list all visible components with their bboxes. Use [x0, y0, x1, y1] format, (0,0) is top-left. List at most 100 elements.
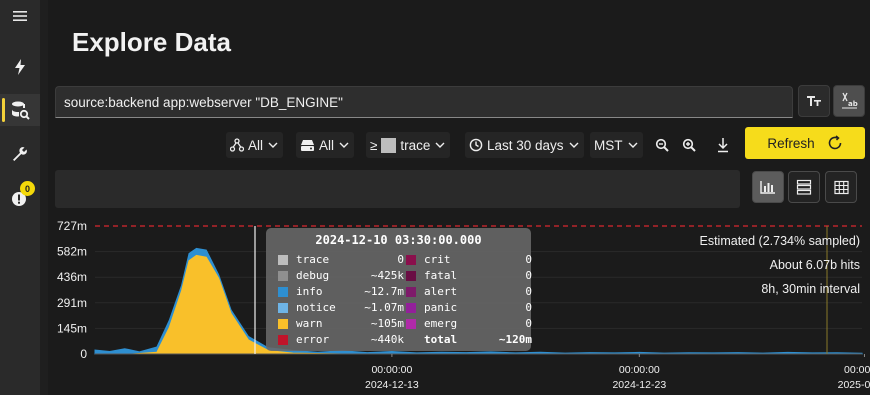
regex-toggle-button[interactable]: ab	[833, 85, 865, 117]
tooltip-row-notice: notice ~1.07m	[278, 301, 404, 314]
y-tick-label: 727m	[57, 219, 87, 233]
tooltip-level-value: 0	[397, 253, 404, 266]
alert-count-badge: 0	[20, 181, 35, 196]
tooltip-level-name: info	[296, 285, 323, 298]
x-tick-date: 2025-01-02	[838, 379, 870, 391]
timezone-filter[interactable]: MST	[590, 132, 643, 158]
tooltip-level-value: 0	[525, 253, 532, 266]
list-view-icon	[796, 179, 812, 195]
sidebar-item-explore[interactable]	[0, 94, 40, 126]
tooltip-level-name: debug	[296, 269, 330, 282]
tooltip-swatch	[278, 286, 288, 297]
x-tick-time: 00:00:00	[619, 364, 660, 376]
sidebar-item-lightning[interactable]	[0, 51, 40, 83]
zoom-out-icon	[655, 138, 669, 152]
menu-button[interactable]	[0, 0, 40, 32]
time-range-value: Last 30 days	[487, 137, 564, 153]
tooltip-level-name: notice	[296, 301, 336, 314]
tooltip-level-value: 0	[525, 317, 532, 330]
text-size-icon	[807, 96, 821, 106]
bar-chart-icon	[760, 181, 775, 194]
tooltip-level-value: ~440k	[370, 333, 404, 346]
chart-tooltip: 2024-12-10 03:30:00.000 trace 0 debug ~425k…	[266, 228, 532, 351]
empty-filter-bar	[55, 170, 740, 208]
text-size-toggle-button[interactable]	[798, 85, 830, 117]
level-filter[interactable]: ≥ trace	[366, 132, 451, 158]
regex-icon: ab	[842, 92, 858, 109]
tooltip-level-value: 0	[525, 301, 532, 314]
refresh-label: Refresh	[767, 135, 815, 151]
tooltip-level-name: warn	[296, 317, 323, 330]
tooltip-time: 2024-12-10 03:30:00.000	[315, 233, 482, 247]
level-filter-prefix: ≥	[370, 137, 378, 153]
tooltip-swatch	[406, 254, 416, 265]
source-filter-value: All	[248, 137, 264, 153]
tooltip-row-debug: debug ~425k	[278, 269, 404, 282]
tooltip-row-alert: alert 0	[406, 285, 532, 298]
tooltip-swatch	[406, 270, 416, 281]
timezone-value: MST	[594, 137, 623, 153]
table-view-button[interactable]	[825, 171, 857, 203]
chevron-down-icon	[628, 142, 637, 148]
level-filter-value: trace	[400, 137, 431, 153]
source-filter[interactable]: All	[226, 132, 284, 158]
server-icon	[301, 139, 314, 151]
tooltip-swatch	[278, 334, 288, 345]
chevron-down-icon	[569, 142, 579, 148]
zoom-out-button[interactable]	[651, 132, 673, 158]
tooltip-level-value: ~105m	[370, 317, 404, 330]
wrench-icon	[13, 147, 27, 161]
tooltip-row-crit: crit 0	[406, 253, 532, 266]
sidebar-item-alerts[interactable]: 0	[0, 181, 40, 215]
tooltip-level-value: ~12.7m	[364, 285, 404, 298]
tooltip-level-name: alert	[424, 285, 458, 298]
download-icon	[718, 138, 728, 153]
table-icon	[833, 180, 849, 194]
tooltip-level-value: 0	[525, 269, 532, 282]
sitemap-icon	[230, 138, 244, 152]
tooltip-level-value: ~425k	[370, 269, 404, 282]
list-view-button[interactable]	[788, 171, 820, 203]
query-input[interactable]: source:backend app:webserver "DB_ENGINE"	[55, 86, 793, 118]
x-tick-time: 00:00:00	[371, 364, 412, 376]
sidebar-item-settings[interactable]	[0, 138, 40, 170]
tooltip-level-name: error	[296, 333, 330, 346]
tooltip-row-warn: warn ~105m	[278, 317, 404, 330]
tooltip-row-total: total ~120m	[406, 333, 532, 346]
tooltip-level-name: fatal	[424, 269, 458, 282]
tooltip-swatch	[406, 335, 416, 345]
y-tick-label: 582m	[57, 245, 87, 259]
tooltip-level-name: trace	[296, 253, 330, 266]
chevron-down-icon	[339, 142, 349, 148]
tooltip-row-info: info ~12.7m	[278, 285, 404, 298]
x-tick-date: 2024-12-13	[365, 379, 419, 391]
tooltip-swatch	[278, 302, 288, 313]
time-range-filter[interactable]: Last 30 days	[465, 132, 584, 158]
tooltip-level-name: total	[424, 333, 458, 346]
tooltip-swatch	[278, 270, 288, 281]
tooltip-row-fatal: fatal 0	[406, 269, 532, 282]
tooltip-row-panic: panic 0	[406, 301, 532, 314]
tooltip-level-value: ~120m	[498, 333, 532, 346]
bar-chart-view-button[interactable]	[752, 171, 784, 203]
x-tick-time: 00:00:00	[844, 364, 870, 376]
page-title: Explore Data	[72, 27, 231, 57]
tooltip-level-value: ~1.07m	[364, 301, 404, 314]
refresh-icon	[828, 135, 841, 150]
hamburger-icon	[13, 11, 27, 21]
estimated-label: Estimated (2.734% sampled)	[699, 234, 861, 248]
tooltip-level-name: emerg	[424, 317, 458, 330]
refresh-button[interactable]: Refresh	[745, 127, 865, 159]
zoom-in-icon	[682, 138, 696, 152]
chevron-down-icon	[268, 142, 278, 148]
tooltip-row-trace: trace 0	[278, 253, 404, 266]
hits-label: About 6.07b hits	[769, 258, 860, 272]
download-button[interactable]	[712, 132, 734, 158]
host-filter[interactable]: All	[296, 132, 355, 158]
zoom-in-button[interactable]	[678, 132, 700, 158]
tooltip-level-name: crit	[424, 253, 451, 266]
tooltip-row-emerg: emerg 0	[406, 317, 532, 330]
tooltip-swatch	[278, 254, 288, 265]
tooltip-swatch	[278, 318, 288, 329]
host-filter-value: All	[319, 137, 335, 153]
